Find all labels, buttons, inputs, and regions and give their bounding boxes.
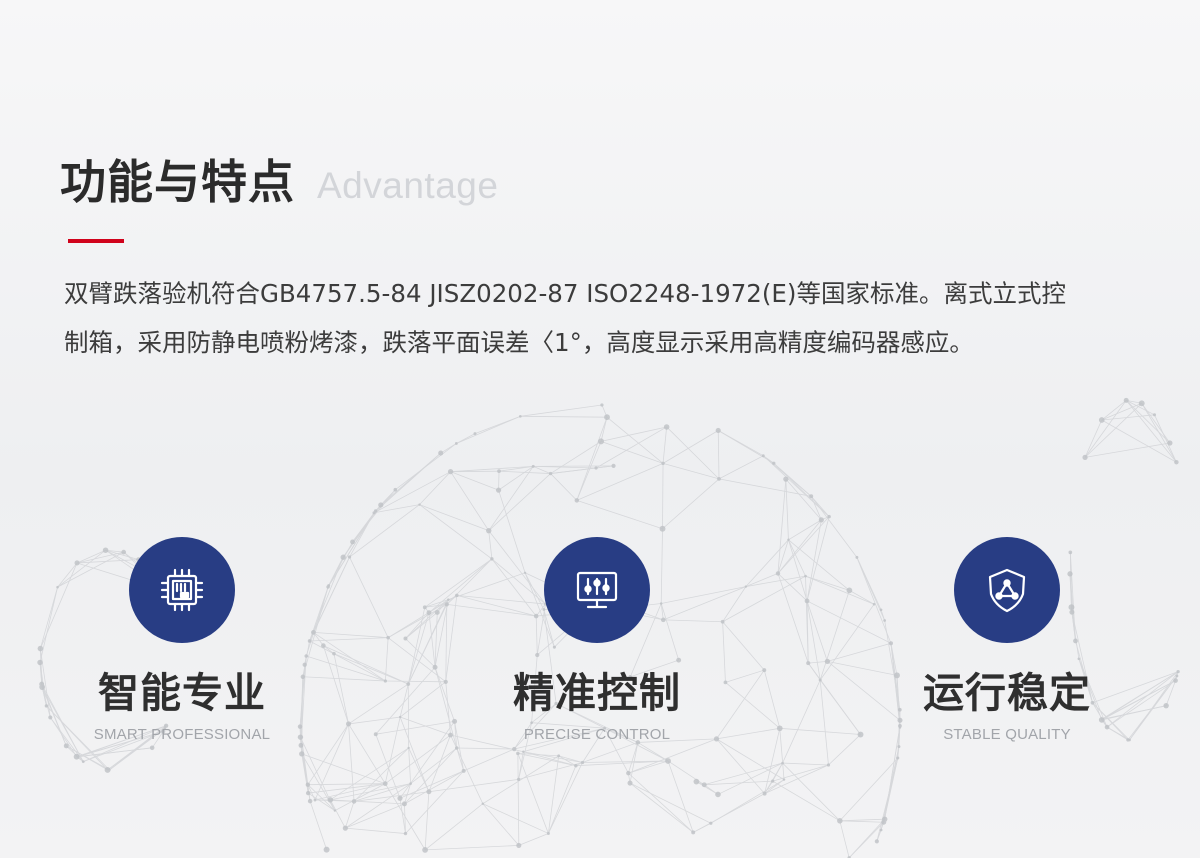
feature-subtitle: STABLE QUALITY [943,726,1071,744]
chip-icon [160,568,204,612]
feature-icon-circle [954,537,1060,643]
feature-title: 精准控制 [513,669,681,717]
feature-title: 智能专业 [98,669,266,717]
feature-smart-professional: 智能专业 SMART PROFESSIONAL [52,537,312,743]
section-subtitle: Advantage [317,165,499,206]
feature-title: 运行稳定 [923,669,1091,717]
feature-icon-circle [129,537,235,643]
feature-stable-quality: 运行稳定 STABLE QUALITY [877,537,1137,743]
control-panel-icon [576,571,618,609]
feature-icon-circle [544,537,650,643]
feature-precise-control: 精准控制 PRECISE CONTROL [467,537,727,743]
product-description: 双臂跌落验机符合GB4757.5-84 JISZ0202-87 ISO2248-… [64,279,1066,357]
title-accent-bar [68,239,124,243]
section-heading: 功能与特点 Advantage [60,146,498,212]
section-title: 功能与特点 [60,155,295,209]
shield-icon [988,568,1026,613]
feature-subtitle: PRECISE CONTROL [523,726,671,744]
feature-subtitle: SMART PROFESSIONAL [93,726,271,744]
